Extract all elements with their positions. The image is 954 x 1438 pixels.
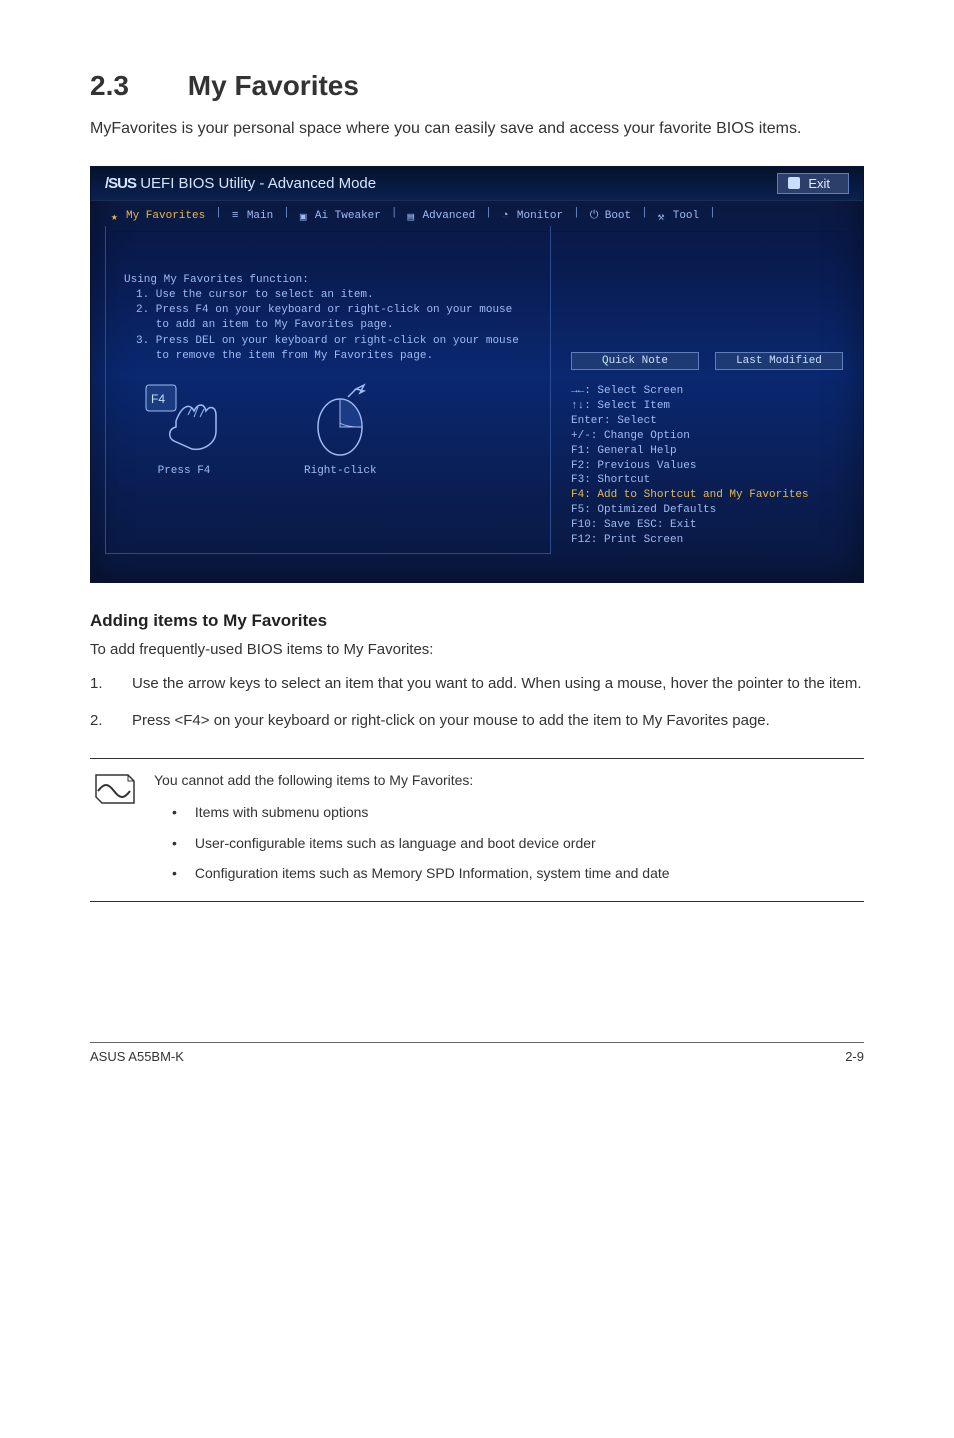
function-step-line: 3. Press DEL on your keyboard or right-c…: [124, 334, 532, 349]
note-body: You cannot add the following items to My…: [154, 769, 864, 889]
bios-body: Using My Favorites function: 1. Use the …: [91, 232, 863, 562]
power-icon: [590, 210, 601, 221]
tab-separator: |: [281, 207, 292, 225]
tab-label: Boot: [605, 210, 631, 222]
tab-separator: |: [571, 207, 582, 225]
mon-icon: [502, 210, 513, 221]
bios-window: /SUS UEFI BIOS Utility - Advanced Mode E…: [90, 166, 864, 583]
tab-label: Main: [247, 210, 273, 222]
legend-line: Enter: Select: [571, 414, 843, 429]
note-item: Items with submenu options: [154, 797, 864, 827]
bios-side-panel: Quick Note Last Modified →←: Select Scre…: [551, 232, 863, 562]
note-item: Configuration items such as Memory SPD I…: [154, 858, 864, 888]
exit-button[interactable]: Exit: [777, 173, 849, 194]
illustration-rightclick: Right-click: [304, 383, 377, 477]
illustration-f4-label: Press F4: [144, 465, 224, 477]
illustration-rightclick-label: Right-click: [304, 465, 377, 477]
section-number: 2.3: [90, 70, 180, 102]
tab-label: Ai Tweaker: [315, 210, 381, 222]
chip-icon: [300, 210, 311, 221]
legend-line: F5: Optimized Defaults: [571, 503, 843, 518]
list-icon: [232, 210, 243, 221]
note-item-text: User-configurable items such as language…: [195, 832, 596, 854]
function-step-line: to remove the item from My Favorites pag…: [124, 349, 532, 364]
key-legend: →←: Select Screen↑↓: Select ItemEnter: S…: [571, 384, 843, 547]
section-title-text: My Favorites: [188, 70, 359, 101]
function-steps: 1. Use the cursor to select an item.2. P…: [124, 288, 532, 365]
f4-key-icon: F4: [144, 383, 224, 457]
tab-separator: |: [213, 207, 224, 225]
note-block: You cannot add the following items to My…: [90, 758, 864, 902]
legend-line: →←: Select Screen: [571, 384, 843, 399]
note-icon: [90, 769, 138, 814]
bios-main-panel: Using My Favorites function: 1. Use the …: [105, 232, 551, 554]
exit-icon: [788, 177, 800, 189]
legend-line: F3: Shortcut: [571, 473, 843, 488]
tab-separator: |: [639, 207, 650, 225]
function-step-line: 2. Press F4 on your keyboard or right-cl…: [124, 303, 532, 318]
tab-label: Monitor: [517, 210, 563, 222]
footer-right: 2-9: [845, 1049, 864, 1064]
tab-ai-tweaker[interactable]: Ai Tweaker: [294, 207, 387, 225]
footer-left: ASUS A55BM-K: [90, 1049, 184, 1064]
step-item: 1. Use the arrow keys to select an item t…: [90, 672, 864, 695]
exit-label: Exit: [808, 176, 830, 191]
mouse-icon: [306, 383, 374, 457]
tab-label: Tool: [673, 210, 699, 222]
tab-separator: |: [483, 207, 494, 225]
tab-boot[interactable]: Boot: [584, 207, 637, 225]
page-footer: ASUS A55BM-K 2-9: [90, 1042, 864, 1064]
step-list: 1. Use the arrow keys to select an item t…: [90, 672, 864, 733]
step-number: 1.: [90, 672, 110, 695]
legend-line: F4: Add to Shortcut and My Favorites: [571, 488, 843, 503]
legend-line: F10: Save ESC: Exit: [571, 518, 843, 533]
function-step-line: 1. Use the cursor to select an item.: [124, 288, 532, 303]
legend-line: ↑↓: Select Item: [571, 399, 843, 414]
tab-separator: |: [389, 207, 400, 225]
subsection-heading: Adding items to My Favorites: [90, 611, 864, 631]
note-list: Items with submenu options User-configura…: [154, 797, 864, 888]
bios-title-text: UEFI BIOS Utility - Advanced Mode: [140, 175, 376, 192]
tab-advanced[interactable]: Advanced: [401, 207, 481, 225]
svg-text:F4: F4: [151, 392, 165, 406]
bios-titlebar: /SUS UEFI BIOS Utility - Advanced Mode E…: [91, 167, 863, 201]
section-heading: 2.3 My Favorites: [90, 70, 864, 102]
tab-label: Advanced: [422, 210, 475, 222]
tab-label: My Favorites: [126, 210, 205, 222]
tab-my-favorites[interactable]: My Favorites: [105, 207, 211, 225]
note-lead: You cannot add the following items to My…: [154, 769, 864, 791]
tab-main[interactable]: Main: [226, 207, 279, 225]
bios-title: /SUS UEFI BIOS Utility - Advanced Mode: [105, 175, 376, 192]
tab-tool[interactable]: Tool: [652, 207, 705, 225]
star-icon: [111, 210, 122, 221]
function-step-line: to add an item to My Favorites page.: [124, 318, 532, 333]
step-text: Press <F4> on your keyboard or right-cli…: [132, 709, 770, 732]
legend-line: +/-: Change Option: [571, 429, 843, 444]
legend-line: F2: Previous Values: [571, 459, 843, 474]
last-modified-button[interactable]: Last Modified: [715, 352, 843, 370]
quick-note-button[interactable]: Quick Note: [571, 352, 699, 370]
note-item: User-configurable items such as language…: [154, 828, 864, 858]
step-number: 2.: [90, 709, 110, 732]
intro-paragraph: MyFavorites is your personal space where…: [90, 116, 864, 142]
illustration-row: F4 Press F4 Right-click: [124, 383, 532, 477]
note-item-text: Configuration items such as Memory SPD I…: [195, 862, 670, 884]
tab-monitor[interactable]: Monitor: [496, 207, 569, 225]
step-text: Use the arrow keys to select an item tha…: [132, 672, 862, 695]
note-item-text: Items with submenu options: [195, 801, 369, 823]
subsection-lead: To add frequently-used BIOS items to My …: [90, 641, 864, 658]
side-button-row: Quick Note Last Modified: [571, 352, 843, 370]
adv-icon: [407, 210, 418, 221]
legend-line: F12: Print Screen: [571, 533, 843, 548]
illustration-f4: F4 Press F4: [144, 383, 224, 477]
tool-icon: [658, 210, 669, 221]
function-heading: Using My Favorites function:: [124, 274, 532, 286]
bios-brand: /SUS: [105, 175, 136, 192]
step-item: 2. Press <F4> on your keyboard or right-c…: [90, 709, 864, 732]
legend-line: F1: General Help: [571, 444, 843, 459]
tab-separator: |: [707, 207, 718, 225]
